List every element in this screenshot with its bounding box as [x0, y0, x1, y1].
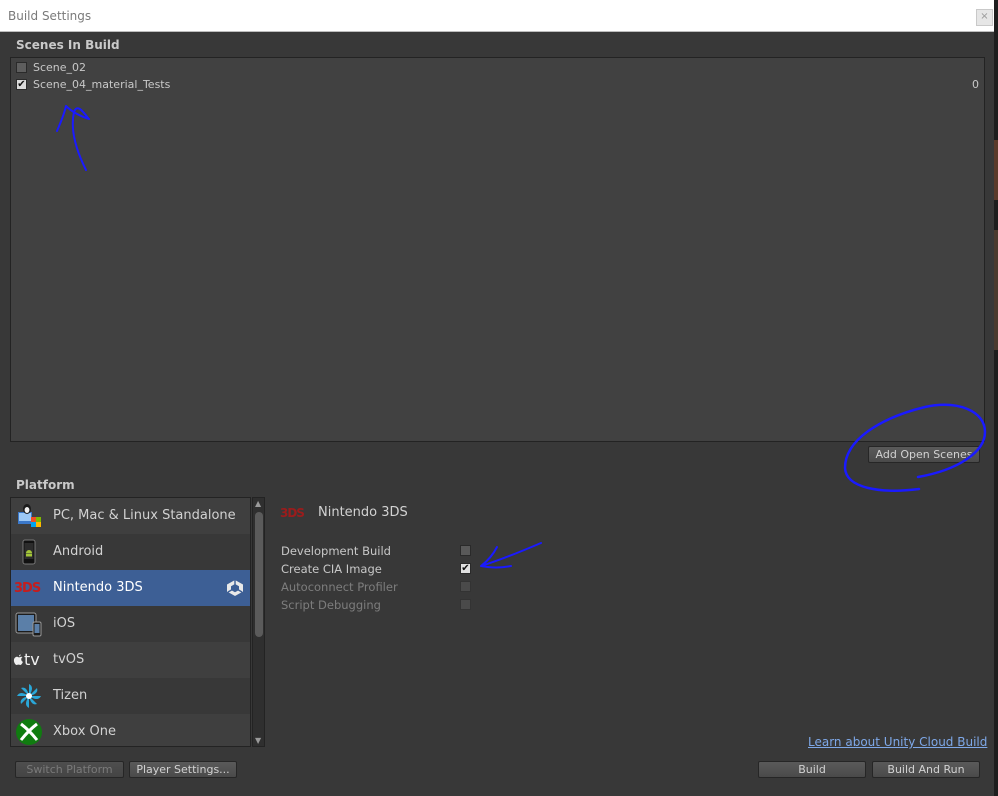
background-editor-edge [994, 0, 998, 796]
development-build-checkbox[interactable] [460, 545, 471, 556]
pc-mac-linux-icon [18, 504, 41, 527]
edge-detail [994, 140, 998, 200]
scene-include-checkbox[interactable]: ✔ [16, 79, 27, 90]
platform-item-android[interactable]: Android [11, 534, 250, 570]
platform-label: Tizen [53, 688, 88, 703]
platform-item-tizen[interactable]: Tizen [11, 678, 250, 714]
autoconnect-profiler-option: Autoconnect Profiler [281, 580, 481, 596]
player-settings-button[interactable]: Player Settings... [129, 761, 237, 778]
platform-label: Nintendo 3DS [53, 580, 143, 595]
platform-heading: Platform [16, 478, 75, 492]
edge-detail [994, 230, 998, 350]
scenes-in-build-heading: Scenes In Build [16, 38, 120, 52]
annotation-arrow-cia [480, 542, 542, 569]
scroll-up-arrow-icon[interactable]: ▲ [255, 499, 261, 508]
platform-label: Android [53, 544, 104, 559]
option-label: Script Debugging [281, 598, 381, 612]
unity-active-platform-icon [227, 580, 243, 596]
platform-label: PC, Mac & Linux Standalone [53, 508, 236, 523]
build-button[interactable]: Build [758, 761, 866, 778]
option-label: Create CIA Image [281, 562, 382, 576]
scenes-list[interactable]: Scene_02 ✔ Scene_04_material_Tests 0 [10, 57, 985, 442]
platform-label: iOS [53, 616, 76, 631]
xbox-icon [16, 719, 42, 745]
platform-list[interactable]: PC, Mac & Linux Standalone Android 3DS N… [10, 497, 251, 747]
platform-item-pc-mac-linux[interactable]: PC, Mac & Linux Standalone [11, 498, 250, 534]
option-label: Autoconnect Profiler [281, 580, 398, 594]
scene-name: Scene_04_material_Tests [33, 78, 171, 91]
android-phone-icon [22, 539, 36, 565]
script-debugging-checkbox [460, 599, 471, 610]
scene-build-index: 0 [972, 78, 979, 91]
platform-item-tvos[interactable]: tv tvOS [11, 642, 250, 678]
option-label: Development Build [281, 544, 391, 558]
scene-name: Scene_02 [33, 61, 87, 74]
apple-logo-icon [13, 654, 23, 665]
development-build-option[interactable]: Development Build [281, 544, 481, 560]
scroll-down-arrow-icon[interactable]: ▼ [255, 736, 261, 745]
scene-include-checkbox[interactable] [16, 62, 27, 73]
platform-item-ios[interactable]: iOS [11, 606, 250, 642]
scrollbar-thumb[interactable] [255, 512, 263, 637]
tvos-logo-text: tv [24, 650, 40, 669]
platform-label: Xbox One [53, 724, 117, 739]
scene-row-scene-04-material-tests[interactable]: ✔ Scene_04_material_Tests 0 [15, 77, 980, 93]
add-open-scenes-button[interactable]: Add Open Scenes [868, 446, 980, 463]
create-cia-image-option[interactable]: Create CIA Image ✔ [281, 562, 481, 578]
apple-tv-icon: tv [13, 650, 49, 678]
scene-row-scene-02[interactable]: Scene_02 [15, 60, 980, 76]
build-and-run-button[interactable]: Build And Run [872, 761, 980, 778]
selected-platform-name: Nintendo 3DS [318, 505, 408, 520]
ios-devices-icon [15, 612, 42, 637]
create-cia-image-checkbox[interactable]: ✔ [460, 563, 471, 574]
unity-cloud-build-link[interactable]: Learn about Unity Cloud Build [808, 735, 987, 749]
switch-platform-button: Switch Platform [15, 761, 124, 778]
autoconnect-profiler-checkbox [460, 581, 471, 592]
platform-label: tvOS [53, 652, 85, 667]
nintendo-3ds-logo-icon: 3DS [280, 506, 305, 520]
window-title: Build Settings [8, 9, 92, 23]
close-button[interactable]: × [976, 9, 993, 26]
window-titlebar: Build Settings × [0, 0, 996, 32]
script-debugging-option: Script Debugging [281, 598, 481, 614]
platform-list-scrollbar[interactable]: ▲ ▼ [252, 497, 265, 747]
platform-item-xbox-one[interactable]: Xbox One [11, 714, 250, 746]
tizen-icon [17, 684, 41, 708]
nintendo-3ds-icon: 3DS [14, 581, 41, 596]
platform-item-nintendo-3ds[interactable]: 3DS Nintendo 3DS [11, 570, 250, 606]
